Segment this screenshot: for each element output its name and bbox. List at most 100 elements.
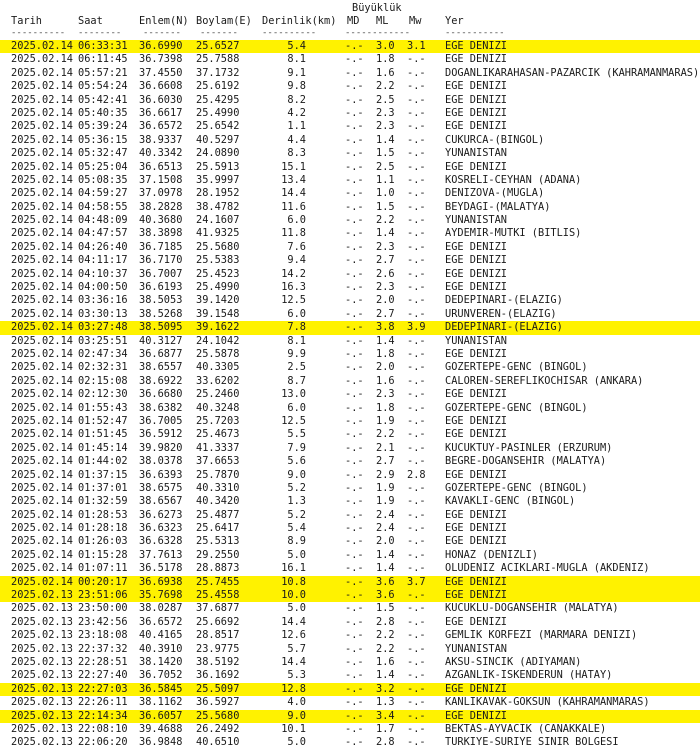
table-row: 2025.02.14 01:07:11 36.5178 28.8873 16.1 -.- 1… — [0, 562, 700, 575]
cell-latitude: 38.5095 — [139, 321, 183, 334]
cell-mw: -.- — [407, 562, 426, 575]
cell-time: 22:08:10 — [78, 722, 128, 735]
cell-latitude: 40.3680 — [139, 214, 183, 227]
cell-longitude: 25.6417 — [196, 522, 240, 535]
cell-time: 23:51:06 — [78, 589, 128, 602]
cell-longitude: 25.7203 — [196, 414, 240, 427]
cell-time: 02:32:31 — [78, 361, 128, 374]
cell-time: 02:47:34 — [78, 347, 128, 360]
cell-longitude: 25.6527 — [196, 40, 240, 52]
cell-md: -.- — [345, 508, 364, 521]
cell-md: -.- — [345, 669, 364, 682]
cell-depth: 5.7 — [287, 642, 306, 655]
cell-depth: 9.8 — [287, 80, 306, 93]
cell-ml: 1.8 — [376, 53, 395, 66]
cell-mw: -.- — [407, 722, 426, 735]
cell-longitude: 25.5383 — [196, 254, 240, 267]
cell-md: -.- — [345, 347, 364, 360]
cell-latitude: 37.7613 — [139, 548, 183, 561]
cell-ml: 2.7 — [376, 455, 395, 468]
cell-depth: 8.9 — [287, 535, 306, 548]
cell-latitude: 36.6938 — [139, 575, 183, 588]
table-row: 2025.02.14 05:08:35 37.1508 35.9997 13.4 -.- 1… — [0, 174, 700, 187]
cell-latitude: 38.5053 — [139, 294, 183, 307]
cell-time: 23:42:56 — [78, 615, 128, 628]
cell-location: EGE DENIZI — [445, 428, 507, 441]
earthquake-rows: 2025.02.14 06:33:31 36.6990 25.6527 5.4 -.- 3.… — [0, 40, 700, 750]
cell-date: 2025.02.14 — [11, 414, 73, 427]
cell-ml: 2.7 — [376, 307, 395, 320]
cell-ml: 3.4 — [376, 709, 395, 722]
cell-depth: 5.2 — [287, 508, 306, 521]
cell-md: -.- — [345, 227, 364, 240]
cell-mw: -.- — [407, 615, 426, 628]
table-row: 2025.02.13 22:27:40 36.7052 36.1692 5.3 -.- 1.… — [0, 669, 700, 682]
table-row: 2025.02.14 03:30:13 38.5268 39.1548 6.0 -.- 2.… — [0, 308, 700, 321]
cell-time: 04:26:40 — [78, 240, 128, 253]
cell-location: EGE DENIZI — [445, 535, 507, 548]
cell-ml: 1.6 — [376, 655, 395, 668]
cell-mw: -.- — [407, 200, 426, 213]
cell-md: -.- — [345, 321, 364, 334]
cell-md: -.- — [345, 294, 364, 307]
cell-date: 2025.02.14 — [11, 40, 73, 52]
cell-md: -.- — [345, 642, 364, 655]
cell-latitude: 37.1508 — [139, 173, 183, 186]
cell-location: EGE DENIZI — [445, 93, 507, 106]
cell-location: KOSRELI-CEYHAN (ADANA) — [445, 173, 582, 186]
cell-longitude: 28.8873 — [196, 562, 240, 575]
cell-md: -.- — [345, 401, 364, 414]
cell-ml: 2.3 — [376, 240, 395, 253]
cell-latitude: 36.6617 — [139, 106, 183, 119]
cell-longitude: 25.5878 — [196, 347, 240, 360]
cell-location: YUNANISTAN — [445, 147, 507, 160]
table-row: 2025.02.14 01:52:47 36.7005 25.7203 12.5 -.- 1… — [0, 415, 700, 428]
cell-time: 23:50:00 — [78, 602, 128, 615]
cell-date: 2025.02.14 — [11, 53, 73, 66]
cell-latitude: 39.4688 — [139, 722, 183, 735]
cell-ml: 3.6 — [376, 575, 395, 588]
cell-mw: -.- — [407, 147, 426, 160]
cell-location: GOZERTEPE-GENC (BINGOL) — [445, 401, 588, 414]
col-header-location: Yer — [445, 15, 464, 27]
cell-md: -.- — [345, 334, 364, 347]
cell-md: -.- — [345, 615, 364, 628]
cell-depth: 5.3 — [287, 669, 306, 682]
cell-md: -.- — [345, 468, 364, 481]
table-row: 2025.02.14 05:36:15 38.9337 40.5297 4.4 -.- 1.… — [0, 134, 700, 147]
cell-depth: 11.8 — [281, 227, 306, 240]
table-row: 2025.02.14 01:37:15 36.6393 25.7870 9.0 -.- 2.… — [0, 469, 700, 482]
cell-location: EGE DENIZI — [445, 106, 507, 119]
cell-date: 2025.02.14 — [11, 147, 73, 160]
table-row: 2025.02.14 02:32:31 38.6557 40.3305 2.5 -.- 2.… — [0, 361, 700, 374]
table-row: 2025.02.14 05:42:41 36.6030 25.4295 8.2 -.- 2.… — [0, 94, 700, 107]
cell-longitude: 26.2492 — [196, 722, 240, 735]
cell-md: -.- — [345, 106, 364, 119]
cell-location: AYDEMIR-MUTKI (BITLIS) — [445, 227, 582, 240]
cell-latitude: 36.6572 — [139, 615, 183, 628]
cell-ml: 2.4 — [376, 508, 395, 521]
table-row: 2025.02.14 05:39:24 36.6572 25.6542 1.1 -.- 2.… — [0, 120, 700, 133]
cell-mw: 2.8 — [407, 468, 426, 481]
cell-depth: 9.4 — [287, 254, 306, 267]
cell-longitude: 25.4673 — [196, 428, 240, 441]
cell-location: EGE DENIZI — [445, 80, 507, 93]
table-row: 2025.02.13 23:18:08 40.4165 28.8517 12.6 -.- 2… — [0, 629, 700, 642]
cell-depth: 7.9 — [287, 441, 306, 454]
cell-ml: 2.5 — [376, 160, 395, 173]
cell-md: -.- — [345, 602, 364, 615]
cell-longitude: 39.1622 — [196, 321, 240, 334]
separator-longitude: ------- — [200, 28, 238, 38]
cell-md: -.- — [345, 722, 364, 735]
cell-mw: -.- — [407, 227, 426, 240]
cell-latitude: 36.6057 — [139, 709, 183, 722]
cell-latitude: 36.6608 — [139, 80, 183, 93]
cell-ml: 2.3 — [376, 106, 395, 119]
cell-longitude: 38.4782 — [196, 200, 240, 213]
table-row: 2025.02.14 04:58:55 38.2828 38.4782 11.6 -.- 1… — [0, 201, 700, 214]
cell-location: EGE DENIZI — [445, 267, 507, 280]
cell-time: 05:42:41 — [78, 93, 128, 106]
cell-ml: 2.9 — [376, 468, 395, 481]
cell-location: BEGRE-DOGANSEHIR (MALATYA) — [445, 455, 607, 468]
cell-latitude: 36.7170 — [139, 254, 183, 267]
